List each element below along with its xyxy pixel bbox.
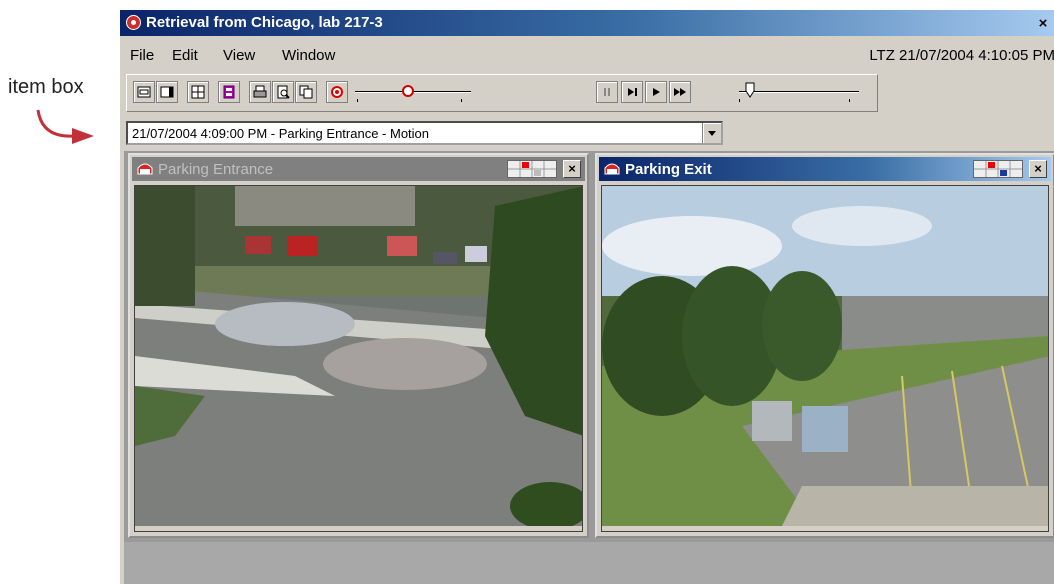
position-slider-tick — [461, 99, 462, 102]
menu-edit[interactable]: Edit — [172, 47, 198, 64]
window-close-button[interactable]: × — [1035, 16, 1051, 32]
speed-slider-tick — [849, 99, 850, 102]
video-panes-area: Parking Entrance × Parking Exit × — [124, 151, 1054, 542]
layout-grid-icon[interactable] — [507, 160, 557, 178]
camera-icon — [604, 163, 620, 175]
retrieval-window: Retrieval from Chicago, lab 217-3 × File… — [119, 10, 1054, 584]
pane-title-bar[interactable]: Parking Exit × — [599, 157, 1051, 181]
item-box-value: 21/07/2004 4:09:00 PM - Parking Entrance… — [132, 126, 430, 141]
film-icon — [223, 85, 235, 99]
pane-title-bar[interactable]: Parking Entrance × — [132, 157, 585, 181]
play-button[interactable] — [645, 81, 667, 103]
pause-button[interactable] — [596, 81, 618, 103]
video-frame-parking-exit — [601, 185, 1049, 532]
print-icon — [253, 85, 267, 98]
pane-close-button[interactable]: × — [563, 160, 581, 178]
video-frame-parking-entrance — [134, 185, 583, 532]
position-slider[interactable] — [355, 81, 471, 103]
layout-quad-button[interactable] — [187, 81, 209, 103]
pane-close-button[interactable]: × — [1029, 160, 1047, 178]
layout-grid-icon[interactable] — [973, 160, 1023, 178]
menu-window[interactable]: Window — [282, 47, 335, 64]
camera-pane-parking-exit[interactable]: Parking Exit × — [595, 153, 1054, 538]
print-button[interactable] — [249, 81, 271, 103]
menu-bar: File Edit View Window LTZ 21/07/2004 4:1… — [120, 36, 1054, 70]
step-forward-button[interactable] — [621, 81, 643, 103]
fast-forward-button[interactable] — [669, 81, 691, 103]
speed-slider-thumb-icon[interactable] — [744, 81, 756, 103]
film-button[interactable] — [218, 81, 240, 103]
record-target-icon — [331, 86, 343, 98]
item-box-callout: item box — [8, 76, 84, 98]
toolbar — [126, 74, 878, 112]
preview-icon — [277, 85, 290, 99]
camera-pane-parking-entrance[interactable]: Parking Entrance × — [128, 153, 589, 538]
copy-icon — [299, 85, 313, 99]
menu-file[interactable]: File — [130, 47, 154, 64]
pane-title: Parking Exit — [625, 161, 712, 178]
fast-forward-icon — [674, 88, 686, 96]
bottom-empty-area — [124, 542, 1054, 584]
speed-slider[interactable] — [739, 81, 859, 103]
clock-readout: LTZ 21/07/2004 4:10:05 PM — [869, 47, 1054, 64]
layout-quad-icon — [191, 85, 205, 99]
copy-button[interactable] — [295, 81, 317, 103]
pause-icon — [604, 88, 610, 96]
position-slider-tick — [357, 99, 358, 102]
speed-slider-tick — [739, 99, 740, 102]
layout-side-icon — [160, 86, 174, 98]
layout-side-button[interactable] — [156, 81, 178, 103]
item-box-dropdown[interactable]: 21/07/2004 4:09:00 PM - Parking Entrance… — [126, 121, 723, 145]
menu-view[interactable]: View — [223, 47, 255, 64]
print-preview-button[interactable] — [272, 81, 294, 103]
record-target-button[interactable] — [326, 81, 348, 103]
step-forward-icon — [628, 88, 637, 96]
play-icon — [653, 88, 660, 96]
chevron-down-icon[interactable] — [702, 123, 721, 143]
speed-slider-track — [739, 91, 859, 93]
position-slider-thumb[interactable] — [402, 85, 414, 97]
layout-single-icon — [137, 86, 151, 98]
window-title: Retrieval from Chicago, lab 217-3 — [146, 14, 383, 31]
layout-single-button[interactable] — [133, 81, 155, 103]
callout-arrow-icon — [36, 109, 94, 144]
camera-icon — [137, 163, 153, 175]
title-bar[interactable]: Retrieval from Chicago, lab 217-3 × — [120, 10, 1054, 36]
pane-title: Parking Entrance — [158, 161, 274, 178]
app-logo-icon — [126, 15, 141, 30]
